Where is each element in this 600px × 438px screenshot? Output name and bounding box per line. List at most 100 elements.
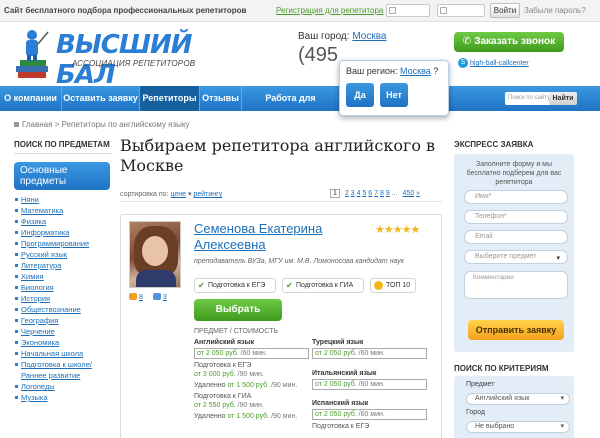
subject-link[interactable]: История [21, 294, 50, 303]
phone-field[interactable]: Телефон* [464, 210, 568, 224]
subject-link[interactable]: Биология [21, 283, 54, 292]
subject-extra: Удаленно от 1 500 руб. /90 мин. [194, 412, 309, 421]
breadcrumb-home[interactable]: Главная [22, 120, 52, 129]
subject-link[interactable]: Экономика [21, 338, 59, 347]
nav-item-about[interactable]: О компании [0, 86, 62, 111]
sort-by-price[interactable]: цене [170, 191, 186, 198]
badge-top10: ТОП 10 [370, 278, 416, 293]
page-link[interactable]: 5 [362, 190, 366, 197]
subject-select[interactable]: Выберите предмет ▾ [464, 250, 568, 264]
skype-contact[interactable]: Shigh-ball-callcenter [458, 58, 529, 68]
list-item[interactable]: Логопеды [14, 381, 112, 392]
send-request-button[interactable]: Отправить заявку [468, 320, 564, 340]
tutor-register-link[interactable]: Регистрация для репетитора [276, 6, 383, 15]
region-no-button[interactable]: Нет [380, 83, 408, 107]
skype-link[interactable]: high-ball-callcenter [470, 60, 529, 67]
region-yes-button[interactable]: Да [346, 83, 374, 107]
subject-link[interactable]: Физика [21, 217, 46, 226]
criteria-subject-select[interactable]: Английский язык ▾ [466, 393, 570, 405]
email-field[interactable]: Email [464, 230, 568, 244]
page-link[interactable]: 7 [374, 190, 378, 197]
subject-link[interactable]: Логопеды [21, 382, 55, 391]
nav-item-reviews[interactable]: Отзывы [200, 86, 242, 111]
list-item[interactable]: Биология [14, 282, 112, 293]
nav-item-jobs[interactable]: Работа для репетитора [242, 86, 340, 128]
forgot-password-link[interactable]: Забыли пароль? [524, 6, 586, 15]
page-link[interactable]: 9 [386, 190, 390, 197]
subject-link[interactable]: Черчение [21, 327, 55, 336]
subject-link[interactable]: Химия [21, 272, 44, 281]
subject-link[interactable]: Подготовка к школе/ Раннее развитие [21, 360, 92, 380]
subject-link[interactable]: Обществознание [21, 305, 81, 314]
main-subjects-button[interactable]: Основные предметы [14, 162, 110, 190]
name-field[interactable]: Имя* [464, 190, 568, 204]
list-item[interactable]: Няни [14, 194, 112, 205]
login-button[interactable]: Войти [490, 3, 520, 18]
reviews-icon [129, 293, 137, 300]
site-logo[interactable]: ВЫСШИЙ БАЛ АССОЦИАЦИЯ РЕПЕТИТОРОВ [12, 26, 212, 90]
page-link[interactable]: 3 [351, 190, 355, 197]
check-icon: ✔ [198, 281, 205, 290]
page-next[interactable]: » [416, 190, 420, 197]
extra-price: от 2 550 руб. [194, 402, 236, 409]
page-link[interactable]: 4 [357, 190, 361, 197]
phone-number: (495 [298, 44, 339, 66]
subject-sidebar: ПОИСК ПО ПРЕДМЕТАМ Основные предметы Нян… [14, 140, 112, 403]
nav-item-request[interactable]: Оставить заявку [62, 86, 140, 111]
subject-link[interactable]: Программирование [21, 239, 89, 248]
skype-icon: S [458, 58, 468, 68]
list-item[interactable]: Литература [14, 260, 112, 271]
subject-price: от 2 050 руб. /60 мин. [312, 348, 427, 359]
page-link[interactable]: 2 [345, 190, 349, 197]
criteria-city-label: Город [466, 409, 485, 416]
breadcrumb-current: Репетиторы по английскому языку [61, 120, 190, 129]
subject-link[interactable]: Литература [21, 261, 61, 270]
list-item[interactable]: Экономика [14, 337, 112, 348]
sort-by-rating[interactable]: рейтингу [193, 191, 222, 198]
comment-textarea[interactable]: Комментарии [464, 271, 568, 299]
list-item[interactable]: Русский язык [14, 249, 112, 260]
main-content: Выбираем репетитора английского в Москве… [120, 136, 442, 438]
page-link[interactable]: 450 [403, 190, 415, 197]
list-item[interactable]: Математика [14, 205, 112, 216]
price-unit: /60 мин. [358, 350, 385, 357]
subject-link[interactable]: Информатика [21, 228, 69, 237]
list-item[interactable]: Музыка [14, 392, 112, 403]
subject-link[interactable]: География [21, 316, 58, 325]
list-item[interactable]: Химия [14, 271, 112, 282]
list-item[interactable]: Черчение [14, 326, 112, 337]
subject-link[interactable]: Математика [21, 206, 63, 215]
list-item[interactable]: Программирование [14, 238, 112, 249]
tutor-name-link[interactable]: Семенова Екатерина Алексеевна [194, 221, 364, 253]
reviews-count[interactable]: 8 [139, 294, 143, 301]
order-call-button[interactable]: ✆ Заказать звонок [454, 32, 564, 52]
region-link[interactable]: Москва [400, 66, 431, 76]
choose-tutor-button[interactable]: Выбрать [194, 299, 282, 321]
list-item[interactable]: Физика [14, 216, 112, 227]
subject-link[interactable]: Начальная школа [21, 349, 83, 358]
page-link[interactable]: 6 [368, 190, 372, 197]
login-input[interactable] [386, 4, 430, 17]
city-link[interactable]: Москва [352, 31, 386, 42]
check-icon: ✔ [286, 281, 293, 290]
search-button[interactable]: Найти [549, 92, 577, 105]
subject-link[interactable]: Няни [21, 195, 39, 204]
subject-link[interactable]: Музыка [21, 393, 48, 402]
list-item[interactable]: Информатика [14, 227, 112, 238]
subject-link[interactable]: Русский язык [21, 250, 67, 259]
password-input[interactable] [437, 4, 485, 17]
list-item[interactable]: География [14, 315, 112, 326]
list-item[interactable]: Начальная школа [14, 348, 112, 359]
list-item[interactable]: Обществознание [14, 304, 112, 315]
extra-price: от 1 500 руб. [227, 382, 270, 389]
nav-item-tutors[interactable]: Репетиторы [140, 86, 200, 111]
tutor-photo[interactable] [129, 221, 181, 288]
rating-stars: ★★★★★ [375, 224, 420, 236]
page-link[interactable]: 8 [380, 190, 384, 197]
subject-title: Итальянский язык [312, 370, 377, 377]
criteria-city-select[interactable]: Не выбрано ▾ [466, 421, 570, 433]
list-item[interactable]: История [14, 293, 112, 304]
list-item[interactable]: Подготовка к школе/ Раннее развитие [14, 359, 112, 381]
comments-count[interactable]: 3 [163, 294, 167, 301]
tutor-feedback-counts: 8 3 [129, 293, 167, 301]
